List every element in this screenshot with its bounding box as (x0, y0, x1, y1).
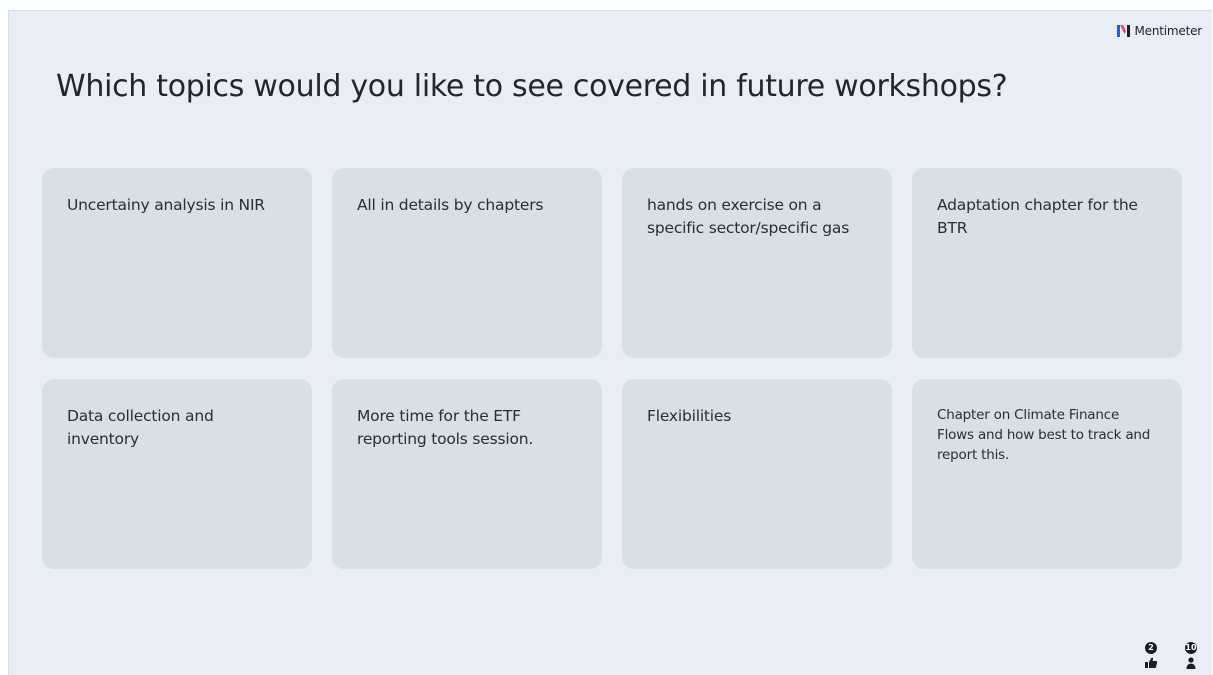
mentimeter-brand: Mentimeter (1116, 24, 1203, 38)
person-icon (1186, 657, 1196, 669)
response-text: All in details by chapters (357, 196, 544, 214)
mentimeter-logo-icon (1116, 25, 1130, 37)
response-card: Flexibilities (622, 379, 892, 569)
response-card: hands on exercise on a specific sector/s… (622, 168, 892, 358)
question-title: Which topics would you like to see cover… (56, 69, 1008, 104)
response-card: More time for the ETF reporting tools se… (332, 379, 602, 569)
response-text: Uncertainy analysis in NIR (67, 196, 265, 214)
response-card: Adaptation chapter for the BTR (912, 168, 1182, 358)
reactions-bar: 2 10 (1142, 642, 1200, 669)
response-card: Uncertainy analysis in NIR (42, 168, 312, 358)
response-text: Chapter on Climate Finance Flows and how… (937, 407, 1151, 463)
presentation-slide: Mentimeter Which topics would you like t… (8, 10, 1212, 675)
participant-count-badge: 10 (1185, 642, 1197, 654)
reaction-count-badge: 2 (1145, 642, 1157, 654)
response-text: Data collection and inventory (67, 407, 214, 448)
response-text: hands on exercise on a specific sector/s… (647, 196, 850, 237)
response-text: Adaptation chapter for the BTR (937, 196, 1138, 237)
reaction-participants[interactable]: 10 (1182, 642, 1200, 669)
response-card: All in details by chapters (332, 168, 602, 358)
response-card: Data collection and inventory (42, 379, 312, 569)
response-card: Chapter on Climate Finance Flows and how… (912, 379, 1182, 569)
response-text: More time for the ETF reporting tools se… (357, 407, 534, 448)
response-text: Flexibilities (647, 407, 732, 425)
reaction-thumbs-up[interactable]: 2 (1142, 642, 1160, 669)
thumbs-up-icon (1145, 657, 1158, 668)
response-grid: Uncertainy analysis in NIR All in detail… (42, 168, 1182, 569)
brand-name: Mentimeter (1134, 24, 1203, 38)
